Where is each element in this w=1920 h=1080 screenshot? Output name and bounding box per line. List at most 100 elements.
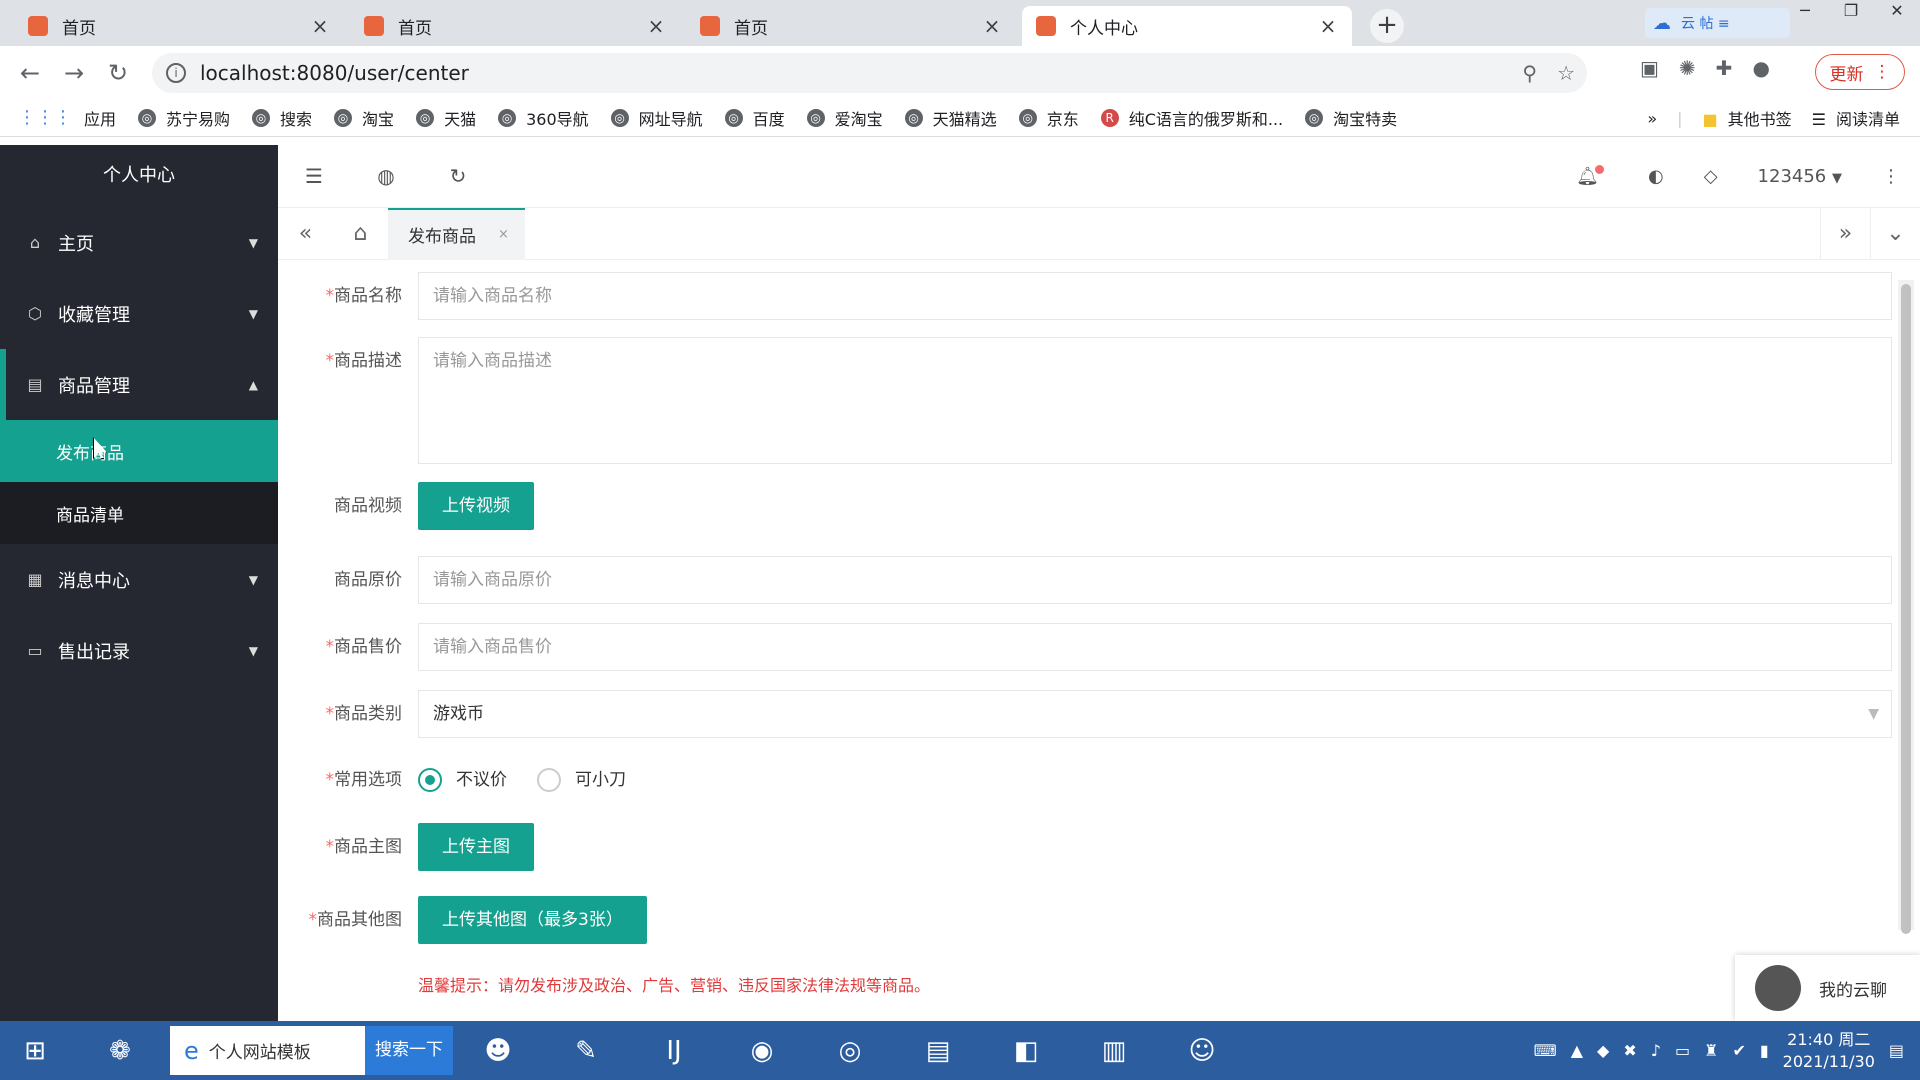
bookmark-item[interactable]: ◎ 360导航 [498, 106, 589, 130]
start-button-icon[interactable]: ⊞ [0, 1023, 70, 1078]
bookmark-item[interactable]: ◎ 淘宝特卖 [1305, 106, 1397, 130]
tabs-left-icon[interactable]: « [278, 221, 333, 246]
close-tab-icon[interactable]: × [646, 14, 666, 38]
taskbar-clock[interactable]: 21:40 周二 2021/11/30 [1783, 1029, 1875, 1073]
chat-widget[interactable]: 我的云聊 [1735, 955, 1920, 1021]
radio-no-bargain[interactable]: 不议价 [418, 756, 507, 804]
chart-app-icon[interactable]: ▥ [1075, 1023, 1153, 1078]
profile-icon[interactable]: ● [1752, 56, 1769, 80]
more-vertical-icon[interactable]: ⋮ [1882, 166, 1900, 187]
back-icon[interactable]: ← [8, 59, 52, 87]
close-page-tab-icon[interactable]: × [498, 227, 509, 242]
bookmark-apps[interactable]: ⋮⋮⋮ 应用 [18, 106, 116, 130]
original-price-input[interactable]: 请输入商品原价 [418, 556, 1892, 604]
puzzle-icon[interactable]: ✚ [1716, 56, 1733, 80]
bookmark-item[interactable]: ◎ 爱淘宝 [806, 106, 883, 130]
wechat-icon[interactable]: ◉ [723, 1023, 801, 1078]
tray-bell-icon[interactable]: ♪ [1651, 1041, 1661, 1060]
bookmark-item[interactable]: ◎ 京东 [1018, 106, 1079, 130]
bookmarks-overflow-icon[interactable]: » [1647, 109, 1657, 128]
browser-tab[interactable]: 首页 × [14, 6, 344, 46]
extension-icon[interactable]: ▣ [1640, 56, 1659, 80]
app-icon[interactable]: ☺ [1163, 1023, 1241, 1078]
globe-icon[interactable]: ◍ [350, 164, 422, 188]
tray-app-icon[interactable]: ♜ [1704, 1041, 1718, 1060]
bookmark-item[interactable]: ◎ 天猫精选 [904, 106, 997, 130]
tray-app-icon[interactable]: ◆ [1597, 1041, 1609, 1060]
bookmark-item[interactable]: ◎ 网址导航 [610, 106, 703, 130]
new-tab-button[interactable]: + [1370, 9, 1404, 43]
tray-up-icon[interactable]: ▲ [1571, 1041, 1583, 1060]
upload-other-images-button[interactable]: 上传其他图（最多3张） [418, 896, 647, 944]
info-icon[interactable]: i [166, 63, 186, 83]
notification-bell[interactable]: 🔔︎ [1576, 165, 1608, 187]
tabs-dropdown-icon[interactable]: ⌄ [1870, 208, 1920, 260]
close-tab-icon[interactable]: × [982, 14, 1002, 38]
chrome-icon[interactable]: ◎ [811, 1023, 889, 1078]
settings-extension-icon[interactable]: ✺ [1679, 56, 1696, 80]
app-icon[interactable]: ❁ [80, 1023, 160, 1078]
note-app-icon[interactable]: ✎ [547, 1023, 625, 1078]
network-icon[interactable]: ▮ [1760, 1041, 1769, 1060]
upload-main-image-button[interactable]: 上传主图 [418, 823, 534, 871]
url-text[interactable]: localhost:8080/user/center [200, 61, 469, 85]
forward-icon[interactable]: → [52, 59, 96, 87]
keyboard-icon[interactable]: ⌨ [1534, 1041, 1557, 1060]
bookmark-item[interactable]: ◎ 搜索 [252, 106, 312, 130]
home-tab-icon[interactable]: ⌂ [333, 221, 388, 246]
sale-price-input[interactable]: 请输入商品售价 [418, 623, 1892, 671]
bookmark-item[interactable]: ◎ 天猫 [416, 106, 476, 130]
scrollbar-thumb[interactable] [1901, 284, 1911, 934]
tray-display-icon[interactable]: ▭ [1675, 1041, 1690, 1060]
sidebar-item-messages[interactable]: ▦ 消息中心 ▼ [0, 544, 278, 615]
browser-tab[interactable]: 首页 × [686, 6, 1016, 46]
update-button[interactable]: 更新 ⋮ [1815, 54, 1905, 90]
product-name-input[interactable]: 请输入商品名称 [418, 272, 1892, 320]
upload-video-button[interactable]: 上传视频 [418, 482, 534, 530]
app-icon[interactable]: ◧ [987, 1023, 1065, 1078]
folder-icon[interactable]: ▤ [899, 1023, 977, 1078]
intellij-icon[interactable]: IJ [635, 1023, 713, 1078]
tray-security-icon[interactable]: ✔ [1732, 1041, 1745, 1060]
sidebar-subitem-publish[interactable]: 发布商品 [0, 420, 278, 482]
close-tab-icon[interactable]: × [310, 14, 330, 38]
cloud-widget[interactable]: ☁ 云 帖 ≡ [1645, 8, 1790, 38]
refresh-icon[interactable]: ↻ [422, 164, 494, 188]
close-tab-icon[interactable]: × [1318, 14, 1338, 38]
star-icon[interactable]: ☆ [1557, 61, 1575, 85]
tabs-right-icon[interactable]: » [1820, 208, 1870, 260]
zoom-icon[interactable]: ⚲ [1522, 61, 1537, 85]
user-menu[interactable]: 123456 ▼ [1758, 166, 1842, 187]
sidebar-item-home[interactable]: ⌂ 主页 ▼ [0, 207, 278, 278]
tag-icon[interactable]: ◇ [1704, 166, 1718, 187]
bookmark-item[interactable]: ◎ 苏宁易购 [138, 106, 230, 130]
address-bar[interactable]: i localhost:8080/user/center ⚲ ☆ [152, 53, 1587, 93]
minimize-icon[interactable]: ─ [1782, 0, 1828, 24]
radio-bargain[interactable]: 可小刀 [537, 756, 626, 804]
sidebar-subitem-product-list[interactable]: 商品清单 [0, 482, 278, 544]
taskbar-search-input[interactable]: e 个人网站模板 [170, 1026, 365, 1075]
browser-tab-active[interactable]: 个人中心 × [1022, 6, 1352, 46]
reading-list[interactable]: ☰ 阅读清单 [1812, 106, 1900, 130]
menu-toggle-icon[interactable]: ☰ [278, 164, 350, 188]
other-bookmarks[interactable]: ■ 其他书签 [1703, 106, 1792, 130]
browser-tab[interactable]: 首页 × [350, 6, 680, 46]
bookmark-item[interactable]: R 纯C语言的俄罗斯和... [1100, 106, 1283, 130]
product-desc-textarea[interactable]: 请输入商品描述 [418, 337, 1892, 464]
reload-icon[interactable]: ↻ [96, 59, 140, 87]
bookmark-item[interactable]: ◎ 淘宝 [334, 106, 394, 130]
app-icon[interactable]: ☻ [459, 1023, 537, 1078]
restore-icon[interactable]: ❐ [1828, 0, 1874, 24]
theme-icon[interactable]: ◐ [1648, 166, 1664, 187]
sidebar-item-products[interactable]: ▤ 商品管理 ▲ [0, 349, 278, 420]
sidebar-item-sales[interactable]: ▭ 售出记录 ▼ [0, 615, 278, 686]
close-window-icon[interactable]: ✕ [1874, 0, 1920, 24]
bookmark-item[interactable]: ◎ 百度 [724, 106, 785, 130]
page-tab-publish[interactable]: 发布商品 × [388, 207, 525, 260]
sidebar-item-favorites[interactable]: ⬡ 收藏管理 ▼ [0, 278, 278, 349]
action-center-icon[interactable]: ▤ [1889, 1041, 1904, 1060]
category-select[interactable]: 游戏币 ▼ [418, 690, 1892, 738]
taskbar-search-button[interactable]: 搜索一下 [365, 1026, 453, 1075]
tray-app-icon[interactable]: ✖ [1623, 1041, 1636, 1060]
scrollbar[interactable] [1898, 280, 1914, 934]
